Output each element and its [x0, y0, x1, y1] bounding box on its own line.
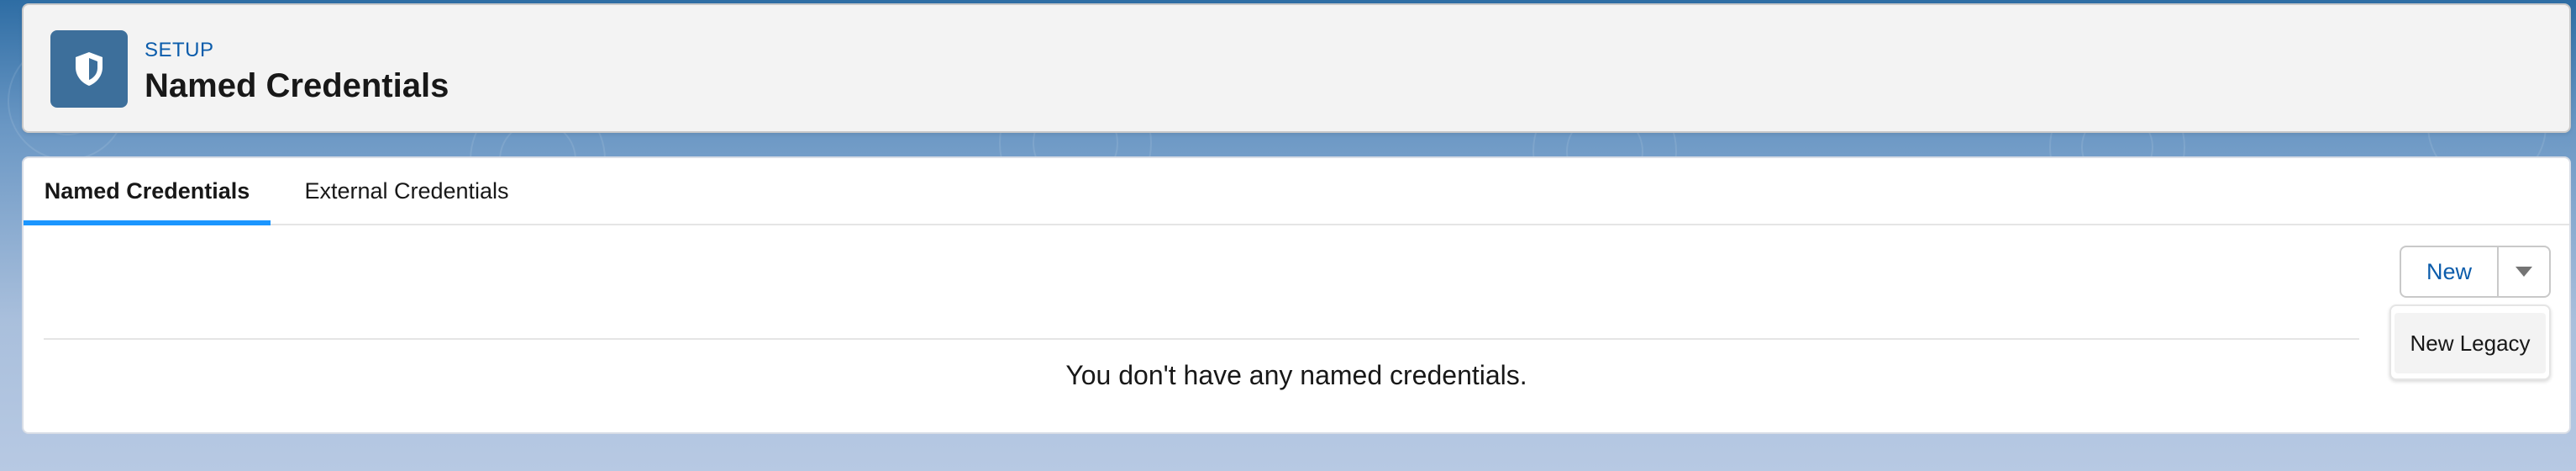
tab-external-credentials-label: External Credentials — [304, 177, 509, 204]
new-button-group: New — [2400, 246, 2551, 298]
chevron-down-icon — [2516, 267, 2532, 277]
new-menu-trigger[interactable] — [2497, 246, 2551, 298]
content-panel: Named Credentials External Credentials N… — [22, 156, 2571, 434]
empty-state-message: You don't have any named credentials. — [1065, 360, 1527, 390]
page-header: SETUP Named Credentials — [22, 3, 2571, 133]
tab-external-credentials[interactable]: External Credentials — [291, 158, 523, 224]
tab-named-credentials[interactable]: Named Credentials — [24, 158, 271, 225]
tab-named-credentials-label: Named Credentials — [44, 177, 250, 204]
divider — [44, 338, 2359, 340]
new-button[interactable]: New — [2400, 246, 2499, 298]
page-title: Named Credentials — [145, 67, 449, 104]
shield-icon — [50, 30, 128, 108]
section-label: SETUP — [145, 39, 214, 61]
tab-bar: Named Credentials External Credentials — [24, 158, 2569, 225]
